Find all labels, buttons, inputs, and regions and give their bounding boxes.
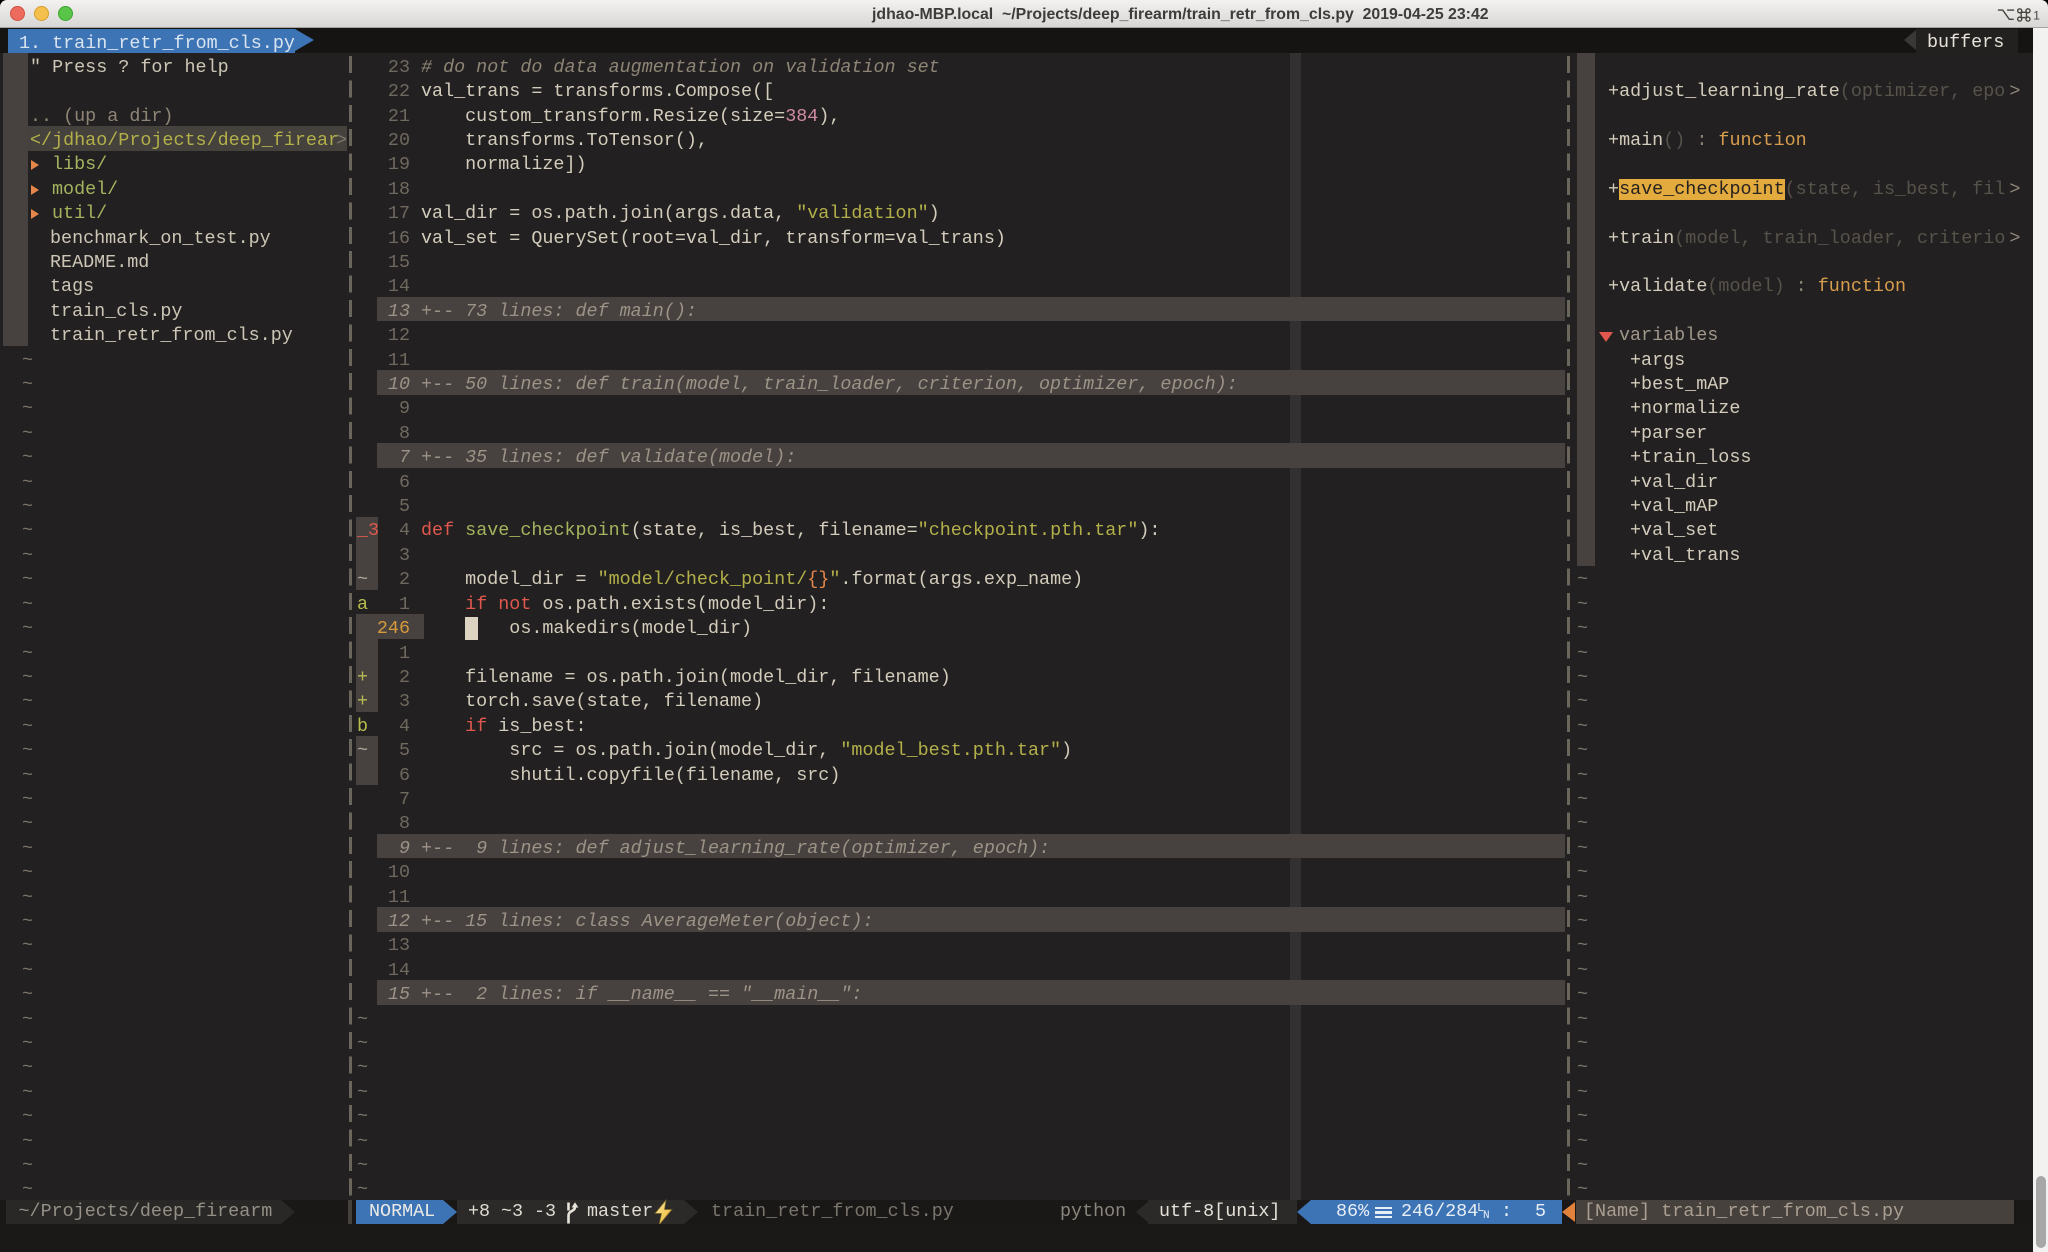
- svg-text:1: 1: [2033, 8, 2040, 22]
